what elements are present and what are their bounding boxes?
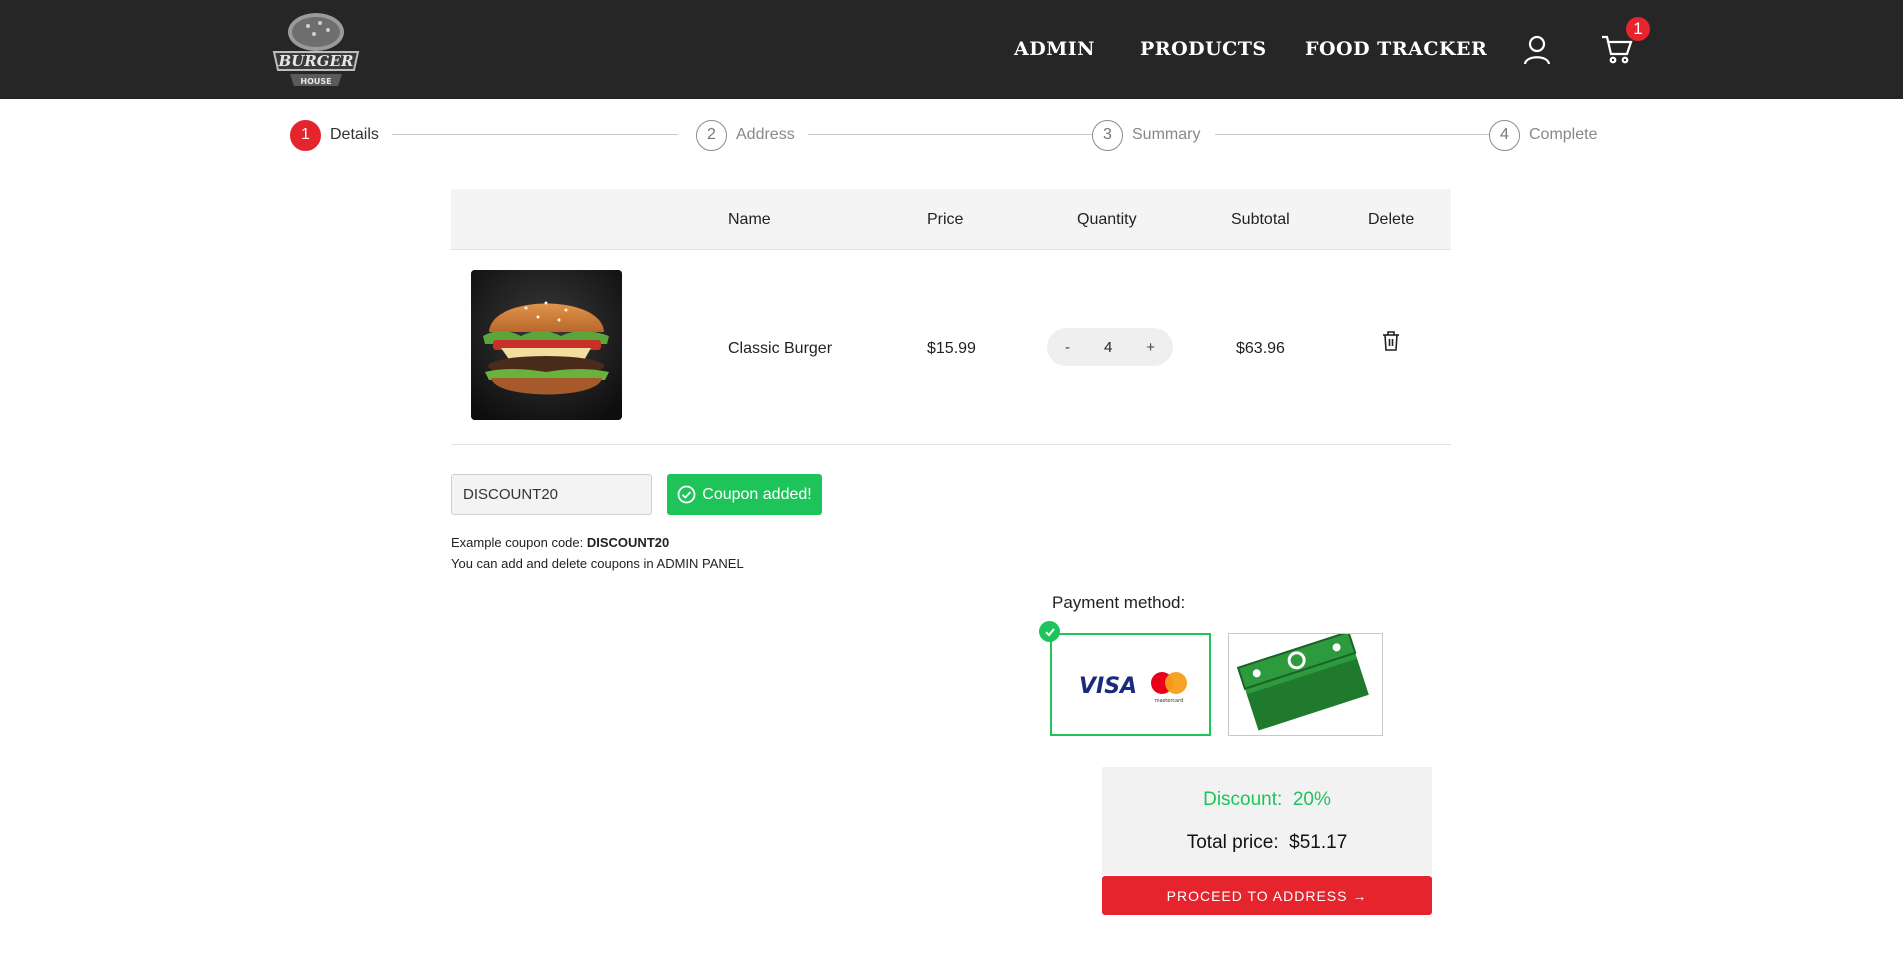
- product-price: $15.99: [927, 340, 976, 357]
- payment-method-title: Payment method:: [1052, 593, 1186, 612]
- logo-text-bottom: HOUSE: [300, 77, 331, 86]
- total-price-value: $51.17: [1289, 832, 1348, 853]
- product-image: [471, 270, 622, 420]
- burger-house-logo[interactable]: BURGER HOUSE: [270, 10, 362, 92]
- step-label: Details: [330, 126, 379, 143]
- column-header-name: Name: [728, 211, 771, 228]
- cash-icon: [1236, 630, 1369, 731]
- discount-value: 20%: [1292, 789, 1331, 810]
- visa-logo: VISA: [1079, 674, 1137, 699]
- column-header-subtotal: Subtotal: [1231, 211, 1290, 228]
- step-label: Address: [736, 126, 795, 143]
- discount-label: Discount:: [1203, 789, 1283, 810]
- nav-products-link[interactable]: PRODUCTS: [1140, 38, 1267, 60]
- payment-option-cash[interactable]: [1228, 630, 1383, 736]
- step-details[interactable]: 1 Details: [290, 119, 379, 151]
- selected-check-icon: [1039, 621, 1060, 642]
- coupon-added-button[interactable]: Coupon added!: [667, 474, 822, 515]
- decrease-quantity-button[interactable]: -: [1059, 339, 1076, 356]
- step-label: Complete: [1529, 126, 1598, 143]
- logo-text-top: BURGER: [278, 52, 354, 70]
- checkout-stepper: 1 Details 2 Address 3 Summary 4 Complete: [290, 119, 1602, 151]
- column-header-delete: Delete: [1368, 211, 1415, 228]
- mastercard-logo: mastercard: [1155, 698, 1183, 704]
- stepper-divider: [808, 134, 1094, 135]
- column-header-price: Price: [927, 211, 964, 228]
- nav-food-tracker-link[interactable]: FOOD TRACKER: [1305, 38, 1487, 60]
- coupon-hint-admin: You can add and delete coupons in ADMIN …: [451, 556, 744, 571]
- discount-line: Discount: 20%: [1102, 789, 1432, 811]
- coupon-hint: Example coupon code: DISCOUNT20 You can …: [451, 532, 744, 574]
- check-circle-icon: [677, 485, 696, 504]
- step-summary[interactable]: 3 Summary: [1092, 119, 1200, 151]
- payment-option-card[interactable]: VISA mastercard: [1050, 633, 1211, 736]
- nav-admin-link[interactable]: ADMIN: [1014, 38, 1095, 60]
- step-number: 4: [1489, 119, 1520, 151]
- increase-quantity-button[interactable]: +: [1140, 339, 1161, 356]
- stepper-divider: [1215, 134, 1497, 135]
- coupon-hint-code: DISCOUNT20: [586, 535, 670, 550]
- user-icon[interactable]: [1521, 34, 1553, 66]
- coupon-button-label: Coupon added!: [702, 485, 812, 503]
- product-subtotal: $63.96: [1236, 340, 1285, 357]
- table-row: Classic Burger $15.99 - 4 + $63.96: [451, 250, 1451, 445]
- total-price-line: Total price: $51.17: [1102, 832, 1432, 854]
- step-address[interactable]: 2 Address: [696, 119, 795, 151]
- step-complete[interactable]: 4 Complete: [1489, 119, 1597, 151]
- quantity-stepper: - 4 +: [1047, 328, 1173, 366]
- total-price-label: Total price:: [1186, 832, 1279, 853]
- proceed-to-address-button[interactable]: PROCEED TO ADDRESS →: [1102, 876, 1432, 915]
- step-number: 2: [696, 119, 727, 151]
- stepper-divider: [392, 134, 678, 135]
- coupon-hint-prefix: Example coupon code:: [451, 535, 587, 550]
- cart-table: Name Price Quantity Subtotal Delete Clas…: [451, 189, 1451, 445]
- top-nav-bar: BURGER HOUSE ADMIN PRODUCTS FOOD TRACKER…: [0, 0, 1903, 99]
- order-summary: Discount: 20% Total price: $51.17: [1102, 767, 1432, 875]
- quantity-value: 4: [1103, 338, 1113, 356]
- step-number: 1: [290, 119, 321, 151]
- table-header: Name Price Quantity Subtotal Delete: [451, 189, 1451, 250]
- step-number: 3: [1092, 119, 1123, 151]
- trash-icon[interactable]: [1381, 330, 1401, 352]
- product-name: Classic Burger: [728, 340, 833, 357]
- column-header-quantity: Quantity: [1077, 211, 1137, 228]
- cart-count-badge: 1: [1626, 17, 1650, 41]
- step-label: Summary: [1132, 126, 1201, 143]
- coupon-code-input[interactable]: [451, 474, 652, 515]
